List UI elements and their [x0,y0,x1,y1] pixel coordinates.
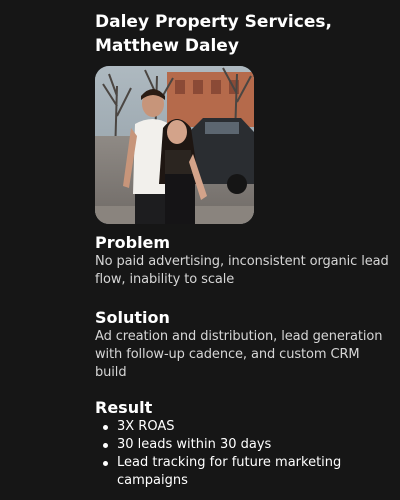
client-photo [95,66,254,224]
result-item-roas: 3X ROAS [95,418,390,436]
result-item-tracking: Lead tracking for future marketing campa… [95,454,390,490]
solution-body: Ad creation and distribution, lead gener… [95,329,383,380]
problem-section: Problem No paid advertising, inconsisten… [95,233,390,289]
problem-body: No paid advertising, inconsistent organi… [95,254,389,287]
problem-heading: Problem [95,233,171,252]
title-line-1: Daley Property Services, [95,12,332,32]
result-heading: Result [95,398,153,417]
case-study-header: Daley Property Services, Matthew Daley [95,10,390,58]
solution-heading: Solution [95,308,170,327]
couple-photo-icon [95,66,254,224]
result-list: 3X ROAS 30 leads within 30 days Lead tra… [95,418,390,490]
result-section: Result 3X ROAS 30 leads within 30 days L… [95,398,390,490]
solution-section: Solution Ad creation and distribution, l… [95,308,390,382]
title-line-2: Matthew Daley [95,36,239,56]
result-item-leads: 30 leads within 30 days [95,436,390,454]
page-title: Daley Property Services, Matthew Daley [95,10,390,58]
